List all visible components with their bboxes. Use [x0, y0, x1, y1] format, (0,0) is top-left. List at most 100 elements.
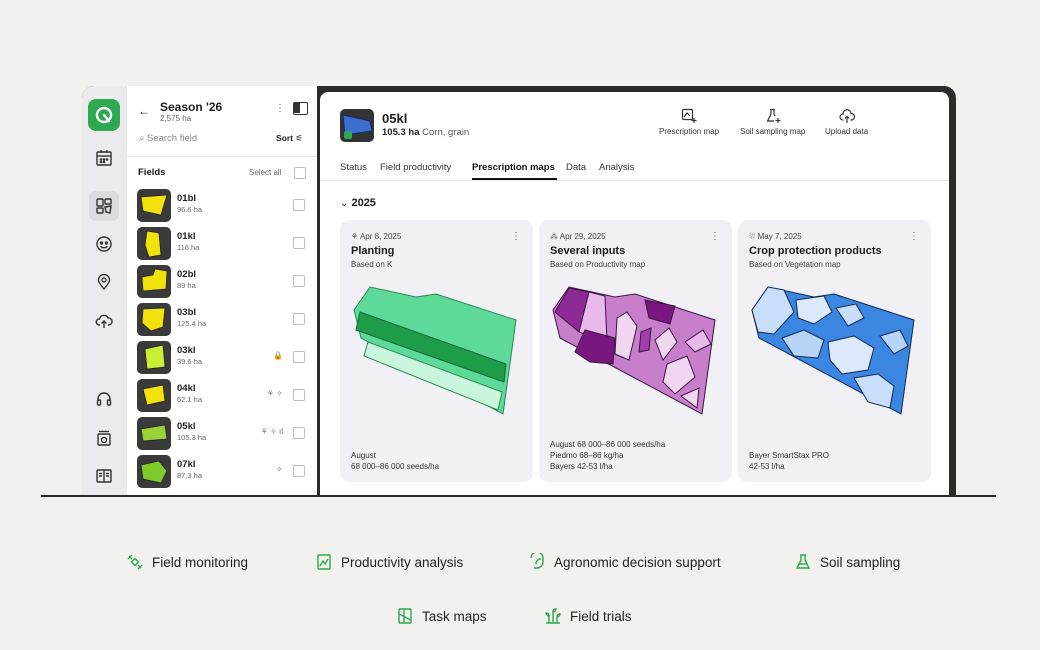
field-row[interactable]: 01bl 96.6 ha	[127, 187, 317, 225]
sort-button[interactable]: Sort ⚟	[276, 133, 303, 144]
seedling-icon: ⚘	[351, 232, 359, 241]
field-thumbnail	[137, 265, 171, 298]
feature-soil-sampling: Soil sampling	[794, 553, 900, 571]
field-checkbox[interactable]	[293, 275, 305, 287]
collapse-panel-icon[interactable]	[293, 102, 308, 115]
field-name: 05kl	[177, 421, 196, 432]
field-thumbnail	[137, 189, 171, 222]
field-thumbnail	[137, 417, 171, 450]
card-title: Crop protection products	[749, 245, 882, 257]
prescription-card[interactable]: ⚘ Apr 8, 2025 ⋮ Planting Based on K Augu…	[340, 220, 533, 482]
field-name: 04kl	[177, 383, 196, 394]
season-area: 2,575 ha	[160, 114, 192, 123]
search-field[interactable]: ⌕ Search field	[139, 133, 197, 144]
field-checkbox[interactable]	[293, 199, 305, 211]
prescription-map-button[interactable]: Prescription map	[659, 108, 719, 136]
field-row[interactable]: 03bl 125.4 ha	[127, 301, 317, 339]
card-footer-line: Bayer SmartStax PRO	[749, 451, 830, 460]
field-name: 01bl	[177, 193, 197, 204]
field-name: 07kl	[177, 459, 196, 470]
field-thumbnail	[137, 379, 171, 412]
card-footer-line: August 68 000–86 000 seeds/ha	[550, 440, 666, 449]
more-vertical-icon[interactable]: ⋮	[511, 231, 521, 242]
divider	[127, 156, 317, 157]
card-title: Several inputs	[550, 245, 626, 257]
card-based-on: Based on K	[351, 260, 393, 269]
feature-label: Task maps	[422, 608, 487, 624]
card-date: ⁂ Apr 29, 2025	[550, 232, 606, 241]
field-row[interactable]: 05kl 105.3 ha ⚘ ✧ ıl	[127, 415, 317, 453]
chevron-down-icon: ⌄	[340, 198, 349, 209]
field-summary: 105.3 ha Corn, grain	[382, 127, 469, 138]
field-row[interactable]: 02bl 89 ha	[127, 263, 317, 301]
prescription-map-icon	[681, 108, 697, 123]
support-headset-icon[interactable]	[89, 384, 119, 414]
feature-task-maps: Task maps	[396, 607, 487, 625]
feature-label: Field trials	[570, 608, 632, 624]
field-checkbox[interactable]	[293, 351, 305, 363]
divider	[320, 180, 949, 181]
crop-icon[interactable]	[89, 229, 119, 259]
knowledge-book-icon[interactable]	[89, 461, 119, 491]
soil-jar-icon[interactable]	[89, 423, 119, 453]
field-checkbox[interactable]	[293, 465, 305, 477]
field-area: 62.1 ha	[177, 395, 203, 404]
tab-prescription-maps[interactable]: Prescription maps	[472, 162, 555, 173]
field-area: 105.3 ha	[382, 127, 420, 138]
field-thumbnail	[137, 303, 171, 336]
fields-sidebar: ← Season '26 2,575 ha ⋮ ⌕ Search field S…	[127, 86, 317, 496]
season-title[interactable]: Season '26	[160, 100, 222, 114]
card-based-on: Based on Productivity map	[550, 260, 646, 269]
upload-data-button[interactable]: Upload data	[825, 108, 868, 136]
more-vertical-icon[interactable]: ⋮	[710, 231, 720, 242]
field-checkbox[interactable]	[293, 237, 305, 249]
card-footer-line: August	[351, 451, 376, 460]
flask-icon	[795, 554, 811, 569]
field-status-icons: ⚘ ✧ ıl	[260, 427, 283, 436]
inputs-icon: ⁂	[550, 232, 558, 241]
field-checkbox[interactable]	[293, 313, 305, 325]
prescription-card[interactable]: ⁂ Apr 29, 2025 ⋮ Several inputs Based on…	[539, 220, 732, 482]
field-row[interactable]: 04kl 62.1 ha ⚘ ✧	[127, 377, 317, 415]
sort-filter-icon: ⚟	[295, 133, 303, 143]
card-date: ⛆ May 7, 2025	[749, 232, 802, 242]
field-checkbox[interactable]	[293, 427, 305, 439]
feature-field-monitoring: Field monitoring	[126, 553, 248, 571]
card-footer-line: Bayers 42-53 l/ha	[550, 462, 613, 471]
select-all-label[interactable]: Select all	[249, 168, 281, 177]
card-title: Planting	[351, 245, 395, 257]
tab-field-productivity[interactable]: Field productivity	[380, 162, 451, 173]
soil-sampling-map-button[interactable]: Soil sampling map	[740, 108, 805, 136]
tab-data[interactable]: Data	[566, 162, 586, 173]
more-vertical-icon[interactable]: ⋮	[909, 231, 919, 242]
year-group-toggle[interactable]: ⌄ 2025	[340, 197, 376, 209]
field-row[interactable]: 07kl 87.3 ha ✧	[127, 453, 317, 491]
sort-label: Sort	[276, 133, 293, 143]
upload-cloud-icon[interactable]	[89, 306, 119, 336]
select-all-checkbox[interactable]	[294, 167, 306, 179]
search-input[interactable]: Search field	[147, 133, 197, 144]
feature-label: Field monitoring	[152, 554, 249, 570]
back-arrow-icon[interactable]: ←	[138, 104, 150, 118]
year-label: 2025	[351, 197, 376, 209]
location-icon[interactable]	[89, 267, 119, 297]
field-checkbox[interactable]	[293, 389, 305, 401]
field-row[interactable]: 03kl 39.6 ha 🔒	[127, 339, 317, 377]
field-area: 116 ha	[177, 243, 200, 252]
field-row[interactable]: 01kl 116 ha	[127, 225, 317, 263]
card-footer-line: 42-53 l/ha	[749, 462, 785, 471]
field-crop: Corn, grain	[422, 127, 470, 138]
tab-analysis[interactable]: Analysis	[599, 162, 634, 173]
calendar-icon[interactable]	[89, 143, 119, 173]
prescription-card[interactable]: ⛆ May 7, 2025 ⋮ Crop protection products…	[738, 220, 931, 482]
field-status-icons: 🔒	[273, 351, 283, 360]
field-thumbnail	[340, 109, 374, 142]
fields-heading: Fields	[138, 167, 166, 178]
app-logo[interactable]	[88, 99, 120, 131]
more-vertical-icon[interactable]: ⋮	[275, 103, 285, 114]
device-base-line	[41, 495, 996, 497]
map-analysis-icon	[317, 554, 331, 570]
field-name: 02bl	[177, 269, 197, 280]
fields-icon[interactable]	[89, 191, 119, 221]
tab-status[interactable]: Status	[340, 162, 367, 173]
